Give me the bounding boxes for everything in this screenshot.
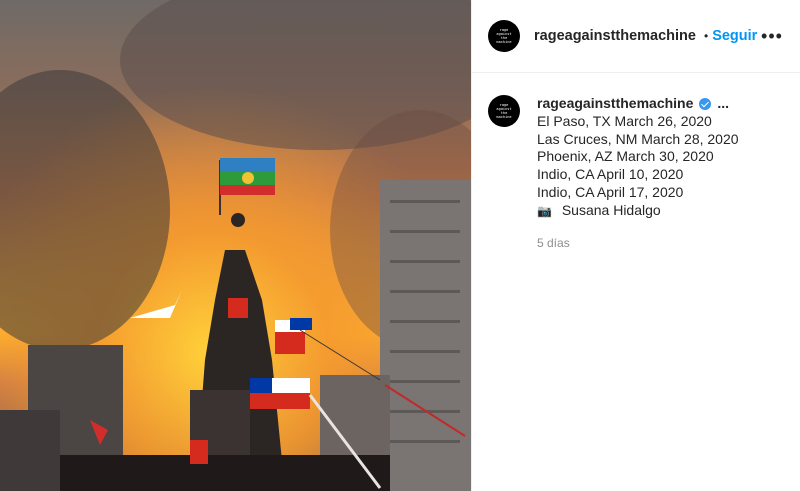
caption-truncation[interactable]: ... — [717, 95, 729, 113]
more-icon[interactable]: ••• — [760, 24, 784, 48]
caption-body: rageagainstthemachine ... El Paso, TX Ma… — [537, 95, 739, 252]
caption-username-row: rageagainstthemachine ... — [537, 95, 729, 113]
post-image[interactable] — [0, 0, 471, 491]
photo-credit-name: Susana Hidalgo — [561, 201, 661, 218]
follow-button[interactable]: Seguir — [712, 28, 757, 44]
instagram-post: rage against the machine rageagainstthem… — [0, 0, 800, 491]
avatar-text: rage against the machine — [496, 28, 512, 44]
verified-badge-icon — [699, 97, 712, 110]
caption-line: Indio, CA April 10, 2020 — [537, 166, 684, 183]
header-username[interactable]: rageagainstthemachine — [534, 28, 696, 44]
post-header: rage against the machine rageagainstthem… — [472, 0, 800, 73]
post-sidebar: rage against the machine rageagainstthem… — [471, 0, 800, 491]
caption-username[interactable]: rageagainstthemachine — [537, 95, 693, 113]
caption-avatar-text: rage against the machine — [496, 103, 512, 119]
caption-line: Indio, CA April 17, 2020 — [537, 183, 684, 200]
caption-avatar[interactable]: rage against the machine — [488, 95, 520, 127]
caption-block: rage against the machine rageagainstthem… — [472, 73, 800, 252]
separator-dot: • — [703, 29, 709, 43]
avatar[interactable]: rage against the machine — [488, 20, 520, 52]
post-timestamp[interactable]: 5 días — [537, 235, 739, 253]
caption-line: Las Cruces, NM March 28, 2020 — [537, 130, 739, 147]
protest-photo — [0, 0, 471, 491]
photo-credit: 📷 Susana Hidalgo — [537, 202, 739, 221]
camera-icon: 📷 — [537, 203, 552, 218]
caption-line: El Paso, TX March 26, 2020 — [537, 112, 712, 129]
caption-line: Phoenix, AZ March 30, 2020 — [537, 148, 714, 165]
